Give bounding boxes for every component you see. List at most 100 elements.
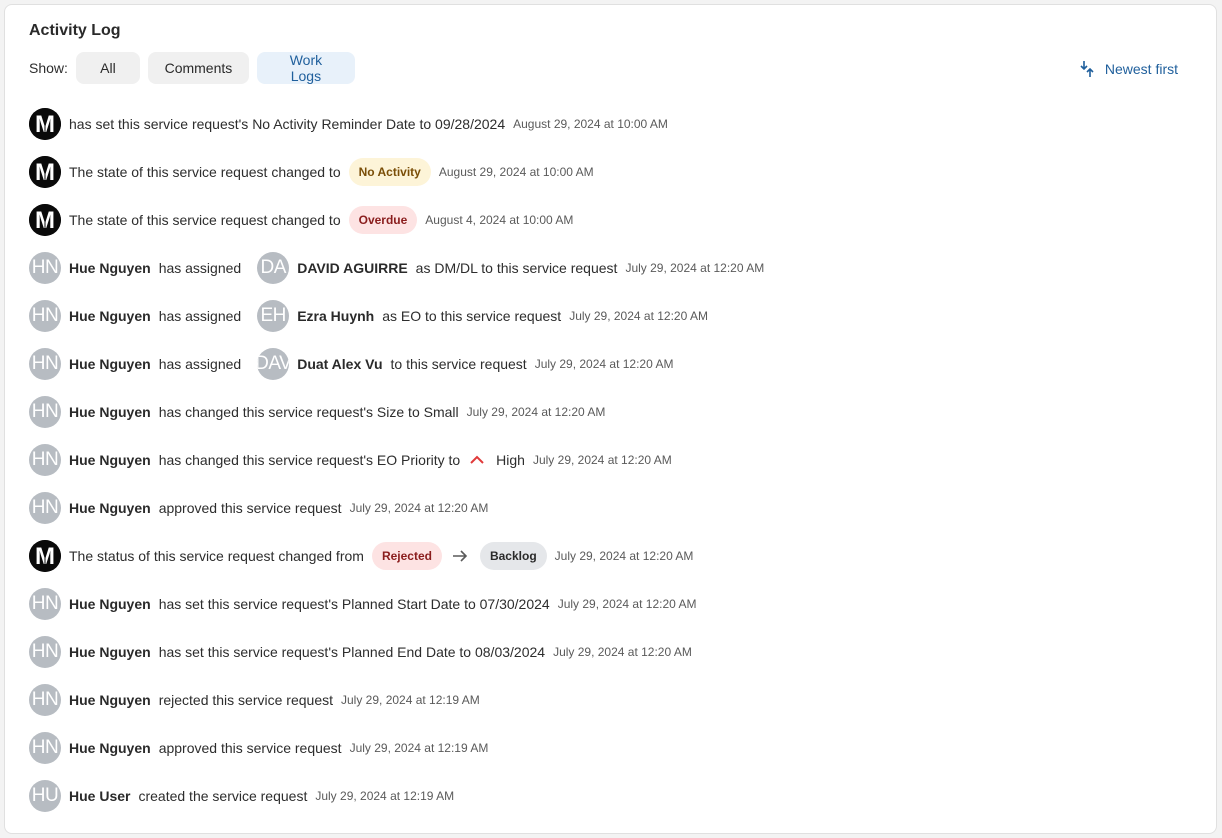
filter-work-logs-button[interactable]: Work Logs: [256, 52, 355, 84]
list-item: HN Hue Nguyen has set this service reque…: [29, 628, 1189, 676]
timestamp: August 29, 2024 at 10:00 AM: [513, 117, 668, 131]
timestamp: August 29, 2024 at 10:00 AM: [438, 165, 594, 179]
entry-text: The state of this service request change…: [69, 212, 341, 228]
entry-text: created the service request: [138, 788, 308, 804]
assignee-name[interactable]: DAVID AGUIRRE: [297, 260, 407, 276]
assignee-avatar: EH: [257, 300, 290, 332]
list-item: HN Hue Nguyen has changed this service r…: [29, 436, 1189, 484]
m-logo-avatar: M: [29, 156, 61, 188]
assignee-name[interactable]: Ezra Huynh: [297, 308, 374, 324]
timestamp: August 4, 2024 at 10:00 AM: [425, 213, 574, 227]
sort-label: Newest first: [1104, 61, 1178, 77]
user-name[interactable]: Hue Nguyen: [69, 404, 151, 420]
priority-high-icon: [470, 455, 484, 465]
filter-bar: Show: All Comments Work Logs: [29, 52, 363, 84]
list-item: HN Hue Nguyen has set this service reque…: [29, 580, 1189, 628]
list-item: HN Hue Nguyen approved this service requ…: [29, 484, 1189, 532]
avatar: HU: [29, 780, 61, 812]
m-logo-avatar: M: [29, 540, 61, 572]
avatar: HN: [29, 348, 61, 380]
assignee-avatar: DA: [257, 252, 290, 284]
m-logo-icon: M: [29, 156, 61, 188]
entry-text: rejected this service request: [158, 692, 333, 708]
list-item: HN Hue Nguyen has changed this service r…: [29, 388, 1189, 436]
list-item: M The state of this service request chan…: [29, 196, 1189, 244]
timestamp: July 29, 2024 at 12:20 AM: [532, 453, 672, 467]
timestamp: July 29, 2024 at 12:20 AM: [625, 261, 765, 275]
m-logo-icon: M: [29, 204, 61, 236]
avatar: HN: [29, 444, 61, 476]
user-name[interactable]: Hue User: [69, 788, 130, 804]
entry-text: has set this service request's No Activi…: [69, 116, 506, 132]
timestamp: July 29, 2024 at 12:20 AM: [557, 597, 697, 611]
show-label: Show:: [29, 60, 68, 76]
timestamp: July 29, 2024 at 12:20 AM: [534, 357, 674, 371]
entry-text: approved this service request: [158, 500, 342, 516]
status-badge: Overdue: [348, 206, 418, 234]
entry-text: has assigned: [158, 308, 242, 324]
user-name[interactable]: Hue Nguyen: [69, 596, 151, 612]
entry-text-suffix: as EO to this service request: [382, 308, 562, 324]
entry-text: has assigned: [158, 356, 242, 372]
to-status-badge: Backlog: [479, 542, 547, 570]
user-name[interactable]: Hue Nguyen: [69, 356, 151, 372]
user-name[interactable]: Hue Nguyen: [69, 740, 151, 756]
avatar: HN: [29, 252, 61, 284]
avatar: HN: [29, 684, 61, 716]
timestamp: July 29, 2024 at 12:20 AM: [466, 405, 606, 419]
entry-text: The status of this service request chang…: [69, 548, 364, 564]
entry-text-suffix: to this service request: [390, 356, 527, 372]
m-logo-icon: M: [29, 540, 61, 572]
user-name[interactable]: Hue Nguyen: [69, 692, 151, 708]
entry-text: has set this service request's Planned E…: [158, 644, 546, 660]
list-item: HN Hue Nguyen has assigned EH Ezra Huynh…: [29, 292, 1189, 340]
from-status-badge: Rejected: [371, 542, 442, 570]
filter-all-button[interactable]: All: [75, 52, 140, 84]
activity-list: M has set this service request's No Acti…: [29, 100, 1189, 820]
list-item: M The status of this service request cha…: [29, 532, 1189, 580]
entry-text: The state of this service request change…: [69, 164, 341, 180]
status-badge: No Activity: [348, 158, 431, 186]
list-item: M The state of this service request chan…: [29, 148, 1189, 196]
list-item: HU Hue User created the service request …: [29, 772, 1189, 820]
filter-comments-button[interactable]: Comments: [147, 52, 249, 84]
m-logo-avatar: M: [29, 108, 61, 140]
m-logo-avatar: M: [29, 204, 61, 236]
avatar: HN: [29, 492, 61, 524]
timestamp: July 29, 2024 at 12:19 AM: [315, 789, 455, 803]
entry-text: has changed this service request's EO Pr…: [158, 452, 461, 468]
sort-arrows-icon: [1080, 61, 1094, 77]
list-item: HN Hue Nguyen rejected this service requ…: [29, 676, 1189, 724]
user-name[interactable]: Hue Nguyen: [69, 500, 151, 516]
user-name[interactable]: Hue Nguyen: [69, 260, 151, 276]
assignee-name[interactable]: Duat Alex Vu: [297, 356, 382, 372]
entry-text-suffix: as DM/DL to this service request: [415, 260, 618, 276]
user-name[interactable]: Hue Nguyen: [69, 644, 151, 660]
entry-text: has set this service request's Planned S…: [158, 596, 550, 612]
list-item: HN Hue Nguyen has assigned DA DAVID AGUI…: [29, 244, 1189, 292]
entry-text: approved this service request: [158, 740, 342, 756]
avatar: HN: [29, 396, 61, 428]
entry-text: has changed this service request's Size …: [158, 404, 459, 420]
timestamp: July 29, 2024 at 12:20 AM: [553, 645, 692, 659]
sort-newest-first-button[interactable]: Newest first: [1079, 57, 1178, 81]
page-title: Activity Log: [29, 22, 121, 39]
timestamp: July 29, 2024 at 12:20 AM: [554, 549, 694, 563]
avatar: HN: [29, 588, 61, 620]
entry-text: has assigned: [158, 260, 242, 276]
m-logo-icon: M: [29, 108, 61, 140]
avatar: HN: [29, 732, 61, 764]
timestamp: July 29, 2024 at 12:20 AM: [569, 309, 708, 323]
list-item: HN Hue Nguyen approved this service requ…: [29, 724, 1189, 772]
avatar: HN: [29, 300, 61, 332]
arrow-right-icon: [452, 550, 468, 562]
list-item: M has set this service request's No Acti…: [29, 100, 1189, 148]
user-name[interactable]: Hue Nguyen: [69, 452, 151, 468]
avatar: HN: [29, 636, 61, 668]
assignee-avatar: DAV: [257, 348, 290, 380]
timestamp: July 29, 2024 at 12:19 AM: [341, 693, 480, 707]
list-item: HN Hue Nguyen has assigned DAV Duat Alex…: [29, 340, 1189, 388]
user-name[interactable]: Hue Nguyen: [69, 308, 151, 324]
timestamp: July 29, 2024 at 12:19 AM: [349, 741, 489, 755]
activity-log-panel: Activity Log Show: All Comments Work Log…: [4, 4, 1217, 834]
